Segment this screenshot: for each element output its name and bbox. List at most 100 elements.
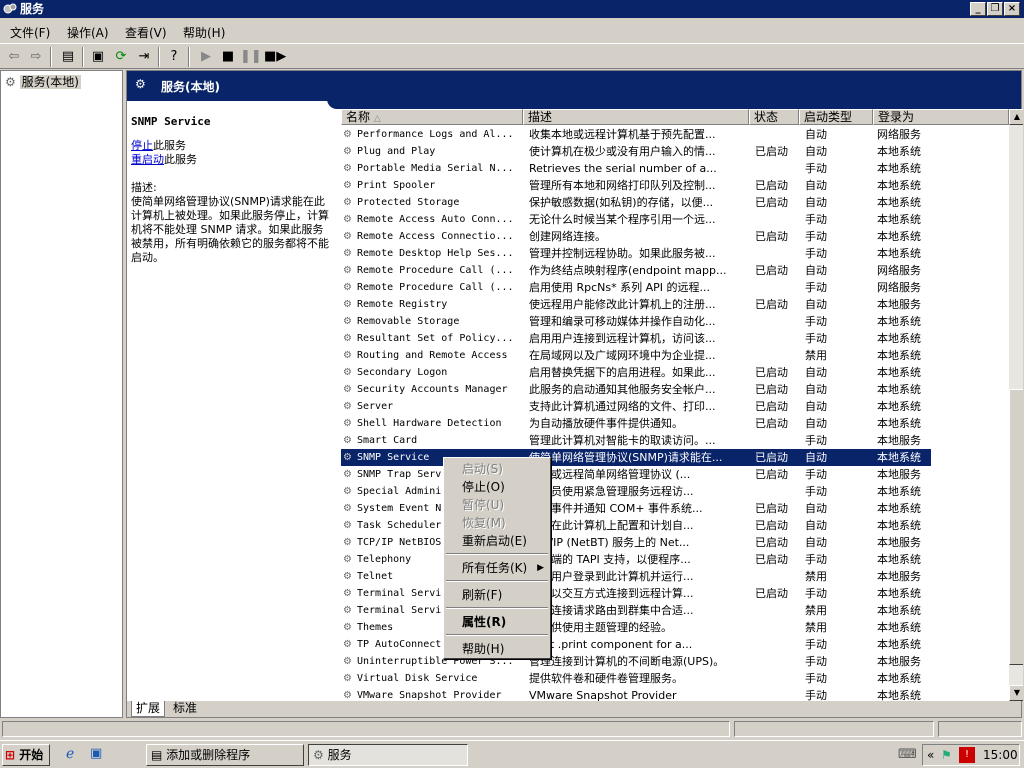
expand-tray-icon[interactable]: « [927, 745, 934, 765]
menu-item-all-tasks[interactable]: 所有任务(K) ▶ [446, 559, 548, 577]
security-tray-icon[interactable]: ⚑ [941, 745, 952, 765]
scroll-down-button[interactable]: ▼ [1009, 685, 1023, 701]
show-tree-icon[interactable]: ▤ [58, 47, 78, 67]
minimize-button[interactable]: _ [970, 2, 986, 16]
column-header-logon[interactable]: 登录为 [873, 109, 1009, 125]
table-row[interactable]: ⚙ Secondary Logon 启用替换凭据下的启用进程。如果此... 已启动 自动… [341, 364, 931, 381]
menu-item-start[interactable]: 启动(S) [446, 460, 548, 478]
service-description-cell-text: 在局域网以及广域网环境中为企业提... [529, 349, 716, 362]
service-description-cell-text: 支持此计算机通过网络的文件、打印... [529, 400, 716, 413]
table-row[interactable]: ⚙ Portable Media Serial N... Retrieves the… [341, 160, 931, 177]
table-row[interactable]: ⚙ Server 支持此计算机通过网络的文件、打印... 已启动 自动 本地系统 [341, 398, 931, 415]
table-row[interactable]: ⚙ Performance Logs and Al... 收集本地或远程计算机基于预… [341, 126, 931, 143]
table-row[interactable]: ⚙ Protected Storage 保护敏感数据(如私钥)的存储，以便... 已启… [341, 194, 931, 211]
table-row[interactable]: ⚙ Remote Registry 使远程用户能修改此计算机上的注册... 已启动 自动… [341, 296, 931, 313]
column-header-startup-type[interactable]: 启动类型 [799, 109, 873, 125]
alert-tray-icon[interactable]: ! [959, 747, 975, 763]
table-row[interactable]: ⚙ SNMP Service 使简单网络管理协议(SNMP)请求能在... 已启动 自动… [341, 449, 931, 466]
scroll-up-button[interactable]: ▲ [1009, 109, 1023, 125]
show-desktop-icon[interactable]: ▣ [90, 746, 102, 761]
table-row[interactable]: ⚙ Themes 户提供使用主题管理的经验。 禁用 本地系统 [341, 619, 931, 636]
table-row[interactable]: ⚙ VMware Snapshot Provider VMware Snapshot… [341, 687, 931, 701]
scroll-thumb[interactable] [1009, 389, 1023, 665]
service-name-cell: ⚙ Print Spooler [343, 177, 521, 194]
service-name-cell-text: Remote Procedure Call (... [357, 282, 514, 293]
service-logon-cell: 本地系统 [877, 449, 931, 466]
table-row[interactable]: ⚙ Terminal Servi 用户以交互方式连接到远程计算... 已启动 手动 本地系… [341, 585, 931, 602]
table-row[interactable]: ⚙ Special Admini 管理员使用紧急管理服务远程访... 手动 本地系统 [341, 483, 931, 500]
table-row[interactable]: ⚙ Telephony 客户端的 TAPI 支持，以便程序... 已启动 手动 本地系统 [341, 551, 931, 568]
restore-button[interactable]: ❐ [987, 2, 1003, 16]
menu-help[interactable]: 帮助(H) [183, 24, 225, 41]
table-row[interactable]: ⚙ Terminal Servi 用户连接请求路由到群集中合适... 禁用 本地系统 [341, 602, 931, 619]
table-row[interactable]: ⚙ Remote Access Connectio... 创建网络连接。 已启动 手动 本… [341, 228, 931, 245]
tab-extended[interactable]: 扩展 [131, 701, 166, 717]
menu-item-restart[interactable]: 重新启动(E) [446, 532, 548, 550]
forward-icon[interactable]: ⇨ [26, 47, 46, 67]
menu-item-help[interactable]: 帮助(H) [446, 640, 548, 658]
stop-service-link[interactable]: 停止 [131, 139, 153, 152]
table-row[interactable]: ⚙ Task Scheduler 户能在此计算机上配置和计划自... 已启动 自动 本地系… [341, 517, 931, 534]
gear-icon: ⚙ [343, 537, 352, 548]
restart-service-link[interactable]: 重启动 [131, 153, 164, 166]
table-row[interactable]: ⚙ Remote Desktop Help Ses... 管理并控制远程协助。如果此… [341, 245, 931, 262]
menu-item-resume[interactable]: 恢复(M) [446, 514, 548, 532]
table-row[interactable]: ⚙ TP AutoConnect Print .print component fo… [341, 636, 931, 653]
properties-icon[interactable]: ▣ [88, 47, 108, 67]
menu-item-properties[interactable]: 属性(R) [446, 613, 548, 631]
toolbar-separator [188, 47, 190, 67]
tree-node-services-local[interactable]: ⚙ 服务(本地) [5, 73, 81, 90]
table-row[interactable]: ⚙ Plug and Play 使计算机在极少或没有用户输入的情... 已启动 自动 本地… [341, 143, 931, 160]
table-row[interactable]: ⚙ Security Accounts Manager 此服务的启动通知其他服务安全… [341, 381, 931, 398]
table-row[interactable]: ⚙ Uninterruptible Power S... 管理连接到计算机的不间断电… [341, 653, 931, 670]
table-row[interactable]: ⚙ Remote Access Auto Conn... 无论什么时候当某个程序引用… [341, 211, 931, 228]
export-list-icon[interactable]: ⇥ [134, 47, 154, 67]
internet-explorer-icon[interactable]: ℯ [66, 746, 74, 762]
table-row[interactable]: ⚙ Remote Procedure Call (... 启用使用 RpcNs* 系… [341, 279, 931, 296]
menu-file[interactable]: 文件(F) [10, 24, 50, 41]
menu-item-pause[interactable]: 暂停(U) [446, 496, 548, 514]
tab-standard[interactable]: 标准 [169, 701, 201, 716]
start-service-icon[interactable]: ▶ [196, 47, 216, 67]
table-row[interactable]: ⚙ Smart Card 管理此计算机对智能卡的取读访问。... 手动 本地服务 [341, 432, 931, 449]
table-row[interactable]: ⚙ Routing and Remote Access 在局域网以及广域网环境中为企… [341, 347, 931, 364]
description-text: 使简单网络管理协议(SNMP)请求能在此计算机上被处理。如果此服务停止，计算机将… [131, 195, 329, 264]
service-logon-cell: 本地系统 [877, 687, 931, 701]
stop-service-icon[interactable]: ■ [218, 47, 238, 67]
table-row[interactable]: ⚙ Print Spooler 管理所有本地和网络打印队列及控制... 已启动 自动 本地… [341, 177, 931, 194]
column-header-status[interactable]: 状态 [749, 109, 799, 125]
taskbar-item-add-remove-programs[interactable]: ▤ 添加或删除程序 [146, 744, 304, 766]
table-row[interactable]: ⚙ SNMP Trap Serv 本地或远程简单网络管理协议 (... 已启动 手动 本地… [341, 466, 931, 483]
menu-item-stop[interactable]: 停止(O) [446, 478, 548, 496]
table-row[interactable]: ⚙ Shell Hardware Detection 为自动播放硬件事件提供通知。 已… [341, 415, 931, 432]
table-row[interactable]: ⚙ Resultant Set of Policy... 启用用户连接到远程计算机，… [341, 330, 931, 347]
menu-item-refresh[interactable]: 刷新(F) [446, 586, 548, 604]
help-icon[interactable]: ? [164, 47, 184, 67]
network-tray-icon[interactable]: ⌨ [898, 747, 917, 762]
table-row[interactable]: ⚙ TCP/IP NetBIOS TCP/IP (NetBT) 服务上的 Net..… [341, 534, 931, 551]
table-row[interactable]: ⚙ Telnet 远程用户登录到此计算机并运行... 禁用 本地服务 [341, 568, 931, 585]
service-status-cell-text: 已启动 [755, 145, 788, 158]
gear-icon: ⚙ [343, 673, 352, 684]
start-button[interactable]: ⊞ 开始 [2, 744, 50, 766]
service-startup-cell-text: 自动 [805, 179, 827, 192]
vertical-scrollbar[interactable]: ▲ ▼ [1009, 109, 1023, 701]
menu-view[interactable]: 查看(V) [125, 24, 167, 41]
menu-action[interactable]: 操作(A) [67, 24, 109, 41]
service-description-cell: 保护敏感数据(如私钥)的存储，以便... [529, 194, 751, 211]
table-row[interactable]: ⚙ System Event N 系统事件并通知 COM+ 事件系统... 已启动 自动… [341, 500, 931, 517]
gear-icon: ⚙ [343, 486, 352, 497]
table-row[interactable]: ⚙ Virtual Disk Service 提供软件卷和硬件卷管理服务。 手动 本地系… [341, 670, 931, 687]
taskbar-item-services[interactable]: ⚙ 服务 [308, 744, 468, 766]
refresh-icon[interactable]: ⟳ [111, 47, 131, 67]
column-header-description[interactable]: 描述 [523, 109, 749, 125]
restart-service-icon[interactable]: ■▶ [264, 47, 286, 67]
table-row[interactable]: ⚙ Removable Storage 管理和编录可移动媒体并操作自动化... 手动 本… [341, 313, 931, 330]
table-row[interactable]: ⚙ Remote Procedure Call (... 作为终结点映射程序(end… [341, 262, 931, 279]
back-icon[interactable]: ⇦ [4, 47, 24, 67]
service-name-cell-text: Portable Media Serial N... [357, 163, 514, 174]
service-logon-cell-text: 本地服务 [877, 434, 921, 447]
column-header-name[interactable]: 名称 △ [341, 109, 523, 125]
pause-service-icon[interactable]: ❚❚ [240, 47, 262, 67]
close-button[interactable]: × [1004, 2, 1020, 16]
